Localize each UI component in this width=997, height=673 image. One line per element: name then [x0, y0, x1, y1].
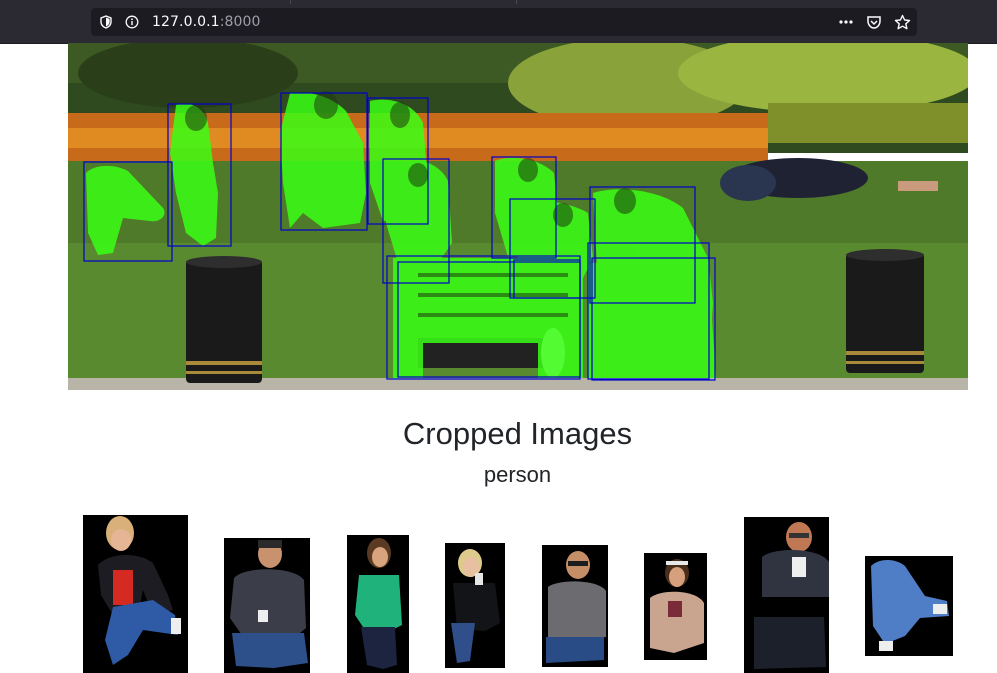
cropped-person-image [224, 538, 310, 673]
address-bar[interactable]: 127.0.0.1:8000 [91, 8, 917, 36]
pocket-icon[interactable] [865, 14, 883, 30]
url-text[interactable]: 127.0.0.1:8000 [152, 14, 261, 30]
more-icon[interactable] [837, 14, 855, 30]
class-label-heading: person [483, 462, 552, 487]
cropped-person-image [744, 517, 829, 673]
cropped-person-image [347, 535, 409, 673]
url-port: :8000 [219, 14, 261, 30]
tab-strip [290, 0, 517, 4]
browser-toolbar: 127.0.0.1:8000 [0, 0, 997, 44]
bookmark-star-icon[interactable] [893, 14, 911, 30]
cropped-person-image [865, 556, 953, 656]
cropped-person-image [644, 553, 707, 660]
detection-result-image [68, 43, 968, 390]
info-icon[interactable] [124, 14, 140, 30]
url-host: 127.0.0.1 [152, 14, 220, 30]
shield-icon[interactable] [98, 14, 114, 30]
cropped-person-image [445, 543, 505, 668]
cropped-person-image [542, 545, 608, 667]
cropped-images-heading: Cropped Images [402, 416, 633, 451]
cropped-person-image [83, 515, 188, 673]
